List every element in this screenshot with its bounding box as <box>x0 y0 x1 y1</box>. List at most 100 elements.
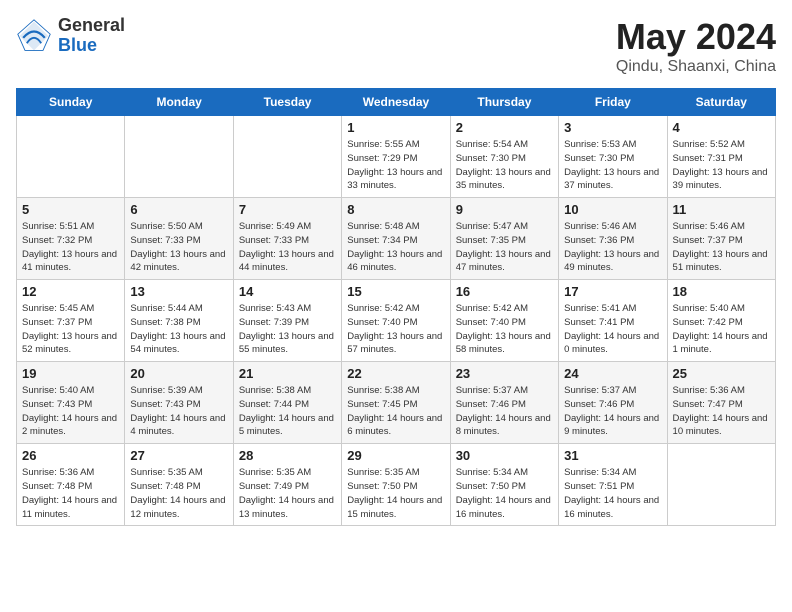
cell-info: Sunrise: 5:38 AMSunset: 7:44 PMDaylight:… <box>239 384 336 439</box>
cell-info: Sunrise: 5:34 AMSunset: 7:51 PMDaylight:… <box>564 466 661 521</box>
calendar-cell: 15 Sunrise: 5:42 AMSunset: 7:40 PMDayligh… <box>342 280 450 362</box>
day-number: 24 <box>564 366 661 381</box>
cell-info: Sunrise: 5:44 AMSunset: 7:38 PMDaylight:… <box>130 302 227 357</box>
cell-info: Sunrise: 5:54 AMSunset: 7:30 PMDaylight:… <box>456 138 553 193</box>
day-number: 8 <box>347 202 444 217</box>
calendar-cell: 2Sunrise: 5:54 AMSunset: 7:30 PMDaylight… <box>450 116 558 198</box>
cell-info: Sunrise: 5:50 AMSunset: 7:33 PMDaylight:… <box>130 220 227 275</box>
cell-info: Sunrise: 5:36 AMSunset: 7:47 PMDaylight:… <box>673 384 770 439</box>
day-number: 19 <box>22 366 119 381</box>
calendar-cell: 1 Sunrise: 5:55 AMSunset: 7:29 PMDaylight… <box>342 116 450 198</box>
cell-info: Sunrise: 5:37 AMSunset: 7:46 PMDaylight:… <box>456 384 553 439</box>
day-number: 12 <box>22 284 119 299</box>
calendar-week-2: 5Sunrise: 5:51 AMSunset: 7:32 PMDaylight… <box>17 198 776 280</box>
calendar-cell: 22 Sunrise: 5:38 AMSunset: 7:45 PMDayligh… <box>342 362 450 444</box>
cell-info: Sunrise: 5:47 AMSunset: 7:35 PMDaylight:… <box>456 220 553 275</box>
cell-info: Sunrise: 5:40 AMSunset: 7:43 PMDaylight:… <box>22 384 119 439</box>
calendar-cell: 25 Sunrise: 5:36 AMSunset: 7:47 PMDayligh… <box>667 362 775 444</box>
day-number: 20 <box>130 366 227 381</box>
cell-info: Sunrise: 5:35 AMSunset: 7:48 PMDaylight:… <box>130 466 227 521</box>
location-subtitle: Qindu, Shaanxi, China <box>616 58 776 76</box>
calendar-body: 1 Sunrise: 5:55 AMSunset: 7:29 PMDaylight… <box>17 116 776 526</box>
calendar-header: SundayMondayTuesdayWednesdayThursdayFrid… <box>17 89 776 116</box>
logo-text: General Blue <box>58 16 125 56</box>
calendar-cell: 8 Sunrise: 5:48 AMSunset: 7:34 PMDaylight… <box>342 198 450 280</box>
day-number: 17 <box>564 284 661 299</box>
calendar-week-1: 1 Sunrise: 5:55 AMSunset: 7:29 PMDaylight… <box>17 116 776 198</box>
day-number: 16 <box>456 284 553 299</box>
calendar-cell: 4 Sunrise: 5:52 AMSunset: 7:31 PMDaylight… <box>667 116 775 198</box>
calendar-cell: 11 Sunrise: 5:46 AMSunset: 7:37 PMDayligh… <box>667 198 775 280</box>
day-number: 13 <box>130 284 227 299</box>
day-number: 15 <box>347 284 444 299</box>
weekday-header-tuesday: Tuesday <box>233 89 341 116</box>
calendar-cell: 24 Sunrise: 5:37 AMSunset: 7:46 PMDayligh… <box>559 362 667 444</box>
cell-info: Sunrise: 5:52 AMSunset: 7:31 PMDaylight:… <box>673 138 770 193</box>
day-number: 11 <box>673 202 770 217</box>
cell-info: Sunrise: 5:38 AMSunset: 7:45 PMDaylight:… <box>347 384 444 439</box>
day-number: 21 <box>239 366 336 381</box>
weekday-header-thursday: Thursday <box>450 89 558 116</box>
day-number: 9 <box>456 202 553 217</box>
day-number: 22 <box>347 366 444 381</box>
cell-info: Sunrise: 5:39 AMSunset: 7:43 PMDaylight:… <box>130 384 227 439</box>
calendar-cell: 21 Sunrise: 5:38 AMSunset: 7:44 PMDayligh… <box>233 362 341 444</box>
calendar-cell: 18 Sunrise: 5:40 AMSunset: 7:42 PMDayligh… <box>667 280 775 362</box>
calendar-cell <box>17 116 125 198</box>
cell-info: Sunrise: 5:53 AMSunset: 7:30 PMDaylight:… <box>564 138 661 193</box>
day-number: 25 <box>673 366 770 381</box>
cell-info: Sunrise: 5:46 AMSunset: 7:36 PMDaylight:… <box>564 220 661 275</box>
calendar-cell: 7Sunrise: 5:49 AMSunset: 7:33 PMDaylight… <box>233 198 341 280</box>
calendar-table: SundayMondayTuesdayWednesdayThursdayFrid… <box>16 88 776 526</box>
title-block: May 2024 Qindu, Shaanxi, China <box>616 16 776 76</box>
calendar-cell: 20 Sunrise: 5:39 AMSunset: 7:43 PMDayligh… <box>125 362 233 444</box>
day-number: 23 <box>456 366 553 381</box>
day-number: 18 <box>673 284 770 299</box>
calendar-cell: 16 Sunrise: 5:42 AMSunset: 7:40 PMDayligh… <box>450 280 558 362</box>
logo: General Blue <box>16 16 125 56</box>
calendar-cell: 28Sunrise: 5:35 AMSunset: 7:49 PMDayligh… <box>233 444 341 526</box>
cell-info: Sunrise: 5:46 AMSunset: 7:37 PMDaylight:… <box>673 220 770 275</box>
day-number: 31 <box>564 448 661 463</box>
cell-info: Sunrise: 5:45 AMSunset: 7:37 PMDaylight:… <box>22 302 119 357</box>
day-number: 27 <box>130 448 227 463</box>
day-number: 6 <box>130 202 227 217</box>
day-number: 4 <box>673 120 770 135</box>
cell-info: Sunrise: 5:41 AMSunset: 7:41 PMDaylight:… <box>564 302 661 357</box>
weekday-header-saturday: Saturday <box>667 89 775 116</box>
day-number: 28 <box>239 448 336 463</box>
day-number: 3 <box>564 120 661 135</box>
page-header: General Blue May 2024 Qindu, Shaanxi, Ch… <box>16 16 776 76</box>
day-number: 1 <box>347 120 444 135</box>
cell-info: Sunrise: 5:40 AMSunset: 7:42 PMDaylight:… <box>673 302 770 357</box>
calendar-cell: 9 Sunrise: 5:47 AMSunset: 7:35 PMDaylight… <box>450 198 558 280</box>
cell-info: Sunrise: 5:42 AMSunset: 7:40 PMDaylight:… <box>347 302 444 357</box>
calendar-cell: 26 Sunrise: 5:36 AMSunset: 7:48 PMDayligh… <box>17 444 125 526</box>
calendar-cell: 12 Sunrise: 5:45 AMSunset: 7:37 PMDayligh… <box>17 280 125 362</box>
weekday-header-wednesday: Wednesday <box>342 89 450 116</box>
calendar-cell <box>667 444 775 526</box>
cell-info: Sunrise: 5:48 AMSunset: 7:34 PMDaylight:… <box>347 220 444 275</box>
calendar-cell: 14Sunrise: 5:43 AMSunset: 7:39 PMDayligh… <box>233 280 341 362</box>
day-number: 5 <box>22 202 119 217</box>
calendar-cell: 29Sunrise: 5:35 AMSunset: 7:50 PMDayligh… <box>342 444 450 526</box>
cell-info: Sunrise: 5:37 AMSunset: 7:46 PMDaylight:… <box>564 384 661 439</box>
calendar-cell: 3 Sunrise: 5:53 AMSunset: 7:30 PMDaylight… <box>559 116 667 198</box>
day-number: 26 <box>22 448 119 463</box>
calendar-week-5: 26 Sunrise: 5:36 AMSunset: 7:48 PMDayligh… <box>17 444 776 526</box>
cell-info: Sunrise: 5:42 AMSunset: 7:40 PMDaylight:… <box>456 302 553 357</box>
calendar-week-4: 19 Sunrise: 5:40 AMSunset: 7:43 PMDayligh… <box>17 362 776 444</box>
day-number: 10 <box>564 202 661 217</box>
calendar-cell: 10 Sunrise: 5:46 AMSunset: 7:36 PMDayligh… <box>559 198 667 280</box>
calendar-week-3: 12 Sunrise: 5:45 AMSunset: 7:37 PMDayligh… <box>17 280 776 362</box>
calendar-cell: 19 Sunrise: 5:40 AMSunset: 7:43 PMDayligh… <box>17 362 125 444</box>
day-number: 30 <box>456 448 553 463</box>
cell-info: Sunrise: 5:55 AMSunset: 7:29 PMDaylight:… <box>347 138 444 193</box>
weekday-header-monday: Monday <box>125 89 233 116</box>
cell-info: Sunrise: 5:36 AMSunset: 7:48 PMDaylight:… <box>22 466 119 521</box>
cell-info: Sunrise: 5:43 AMSunset: 7:39 PMDaylight:… <box>239 302 336 357</box>
cell-info: Sunrise: 5:34 AMSunset: 7:50 PMDaylight:… <box>456 466 553 521</box>
calendar-cell <box>233 116 341 198</box>
logo-icon <box>16 18 52 54</box>
day-number: 29 <box>347 448 444 463</box>
